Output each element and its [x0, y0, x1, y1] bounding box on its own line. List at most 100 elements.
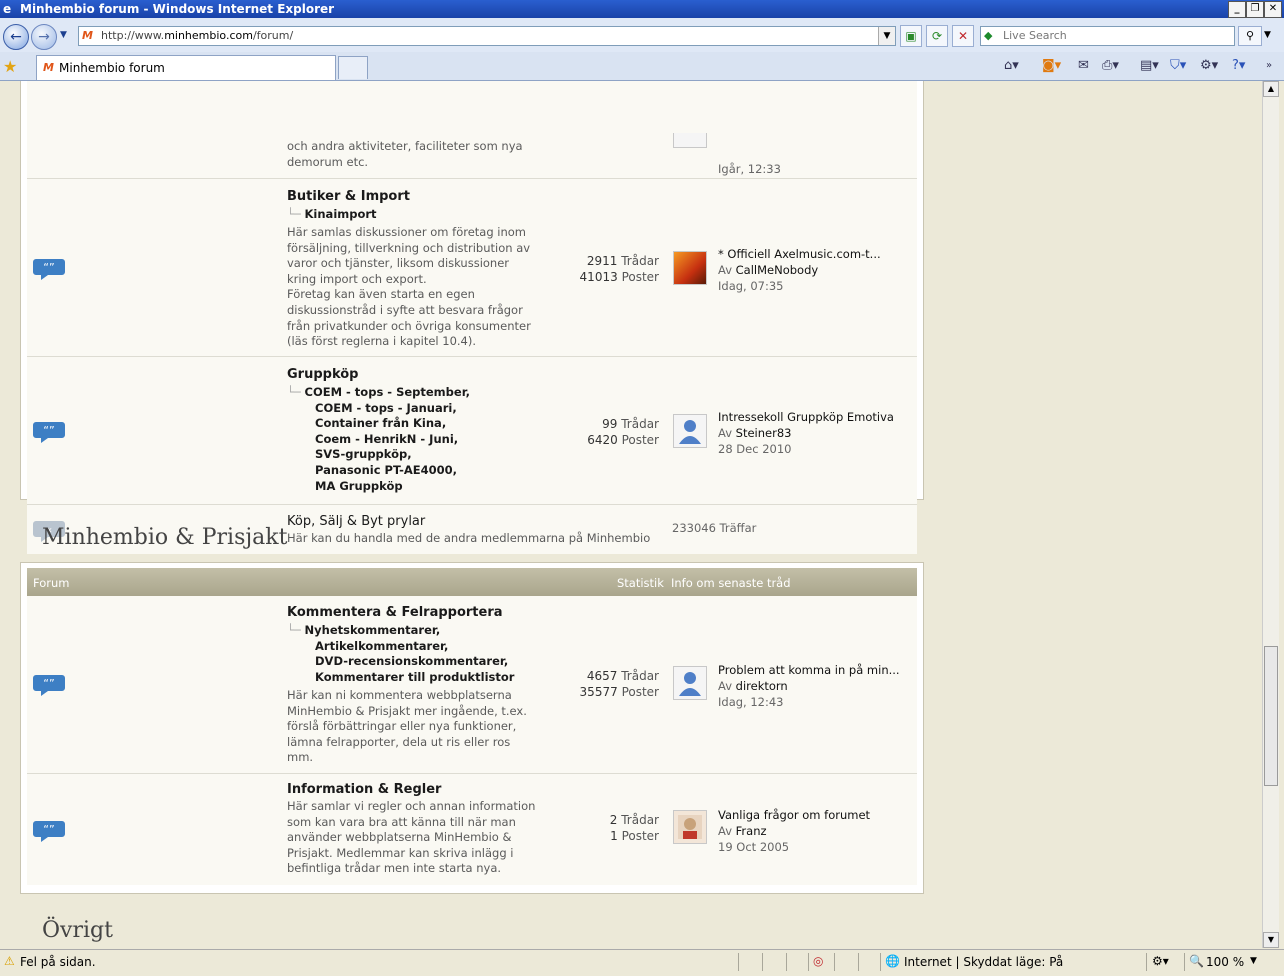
live-search-logo-icon: ◆ [984, 29, 993, 42]
print-icon[interactable]: ⎙▾ [1102, 56, 1119, 76]
avatar[interactable] [673, 251, 707, 285]
search-input[interactable]: ◆ Live Search [980, 26, 1235, 46]
section-title: Övrigt [42, 918, 113, 943]
page-menu-icon[interactable]: ▤▾ [1140, 56, 1159, 76]
protected-mode-icon[interactable]: ⚙▾ [1152, 954, 1169, 968]
forum-description: Här samlas diskussioner om företag inom … [287, 225, 531, 349]
last-post-title-link[interactable]: * Officiell Axelmusic.com-t... [718, 246, 881, 262]
zoom-icon[interactable]: 🔍 [1189, 954, 1204, 968]
last-post-author-link[interactable]: Steiner83 [736, 426, 792, 440]
url-path: /forum/ [252, 29, 294, 42]
forum-title-link[interactable]: Gruppköp [287, 367, 358, 382]
home-icon[interactable]: ⌂▾ [1004, 56, 1019, 76]
new-tab-button[interactable] [338, 56, 368, 79]
more-commands-icon[interactable]: » [1266, 56, 1272, 76]
last-post-author-link[interactable]: Franz [736, 824, 767, 838]
maximize-button[interactable]: ❐ [1246, 1, 1264, 18]
title-bar: e Minhembio forum - Windows Internet Exp… [0, 0, 1284, 18]
address-field[interactable]: M http://www.minhembio.com/forum/ ▼ [78, 26, 896, 46]
subforum-link[interactable]: Kommentarer till produktlistor [287, 670, 514, 686]
subforum-list: └─ Nyhetskommentarer, Artikelkommentarer… [287, 623, 515, 686]
subforum-list: └─ Kinaimport [287, 207, 377, 221]
forum-table-header: Forum Statistik Info om senaste tråd [27, 568, 917, 596]
subforum-link[interactable]: COEM - tops - September, [305, 385, 471, 399]
status-message[interactable]: Fel på sidan. [20, 955, 96, 969]
tools-gear-icon[interactable]: ⚙▾ [1200, 56, 1218, 76]
col-header-stats: Statistik [617, 576, 664, 590]
subforum-link[interactable]: Nyhetskommentarer, [305, 623, 441, 637]
forum-bubble-icon: “” [33, 675, 65, 696]
forum-title-link[interactable]: Kommentera & Felrapportera [287, 605, 503, 620]
scroll-down-arrow-icon[interactable]: ▼ [1263, 932, 1279, 948]
subforum-link[interactable]: Artikelkommentarer, [287, 639, 514, 655]
section-title: Minhembio & Prisjakt [42, 525, 288, 550]
close-window-button[interactable]: ✕ [1264, 1, 1282, 18]
stop-icon[interactable]: ✕ [952, 25, 974, 47]
vertical-scrollbar[interactable]: ▲ ▼ [1262, 81, 1279, 948]
forum-bubble-icon: “” [33, 259, 65, 280]
zoom-level[interactable]: 100 % [1206, 955, 1244, 969]
url-prefix: http://www. [101, 29, 165, 42]
security-zone[interactable]: Internet | Skyddat läge: På [904, 955, 1063, 969]
privacy-icon[interactable]: ◎ [813, 954, 823, 968]
compatibility-view-icon[interactable]: ▣ [900, 25, 922, 47]
window-title: Minhembio forum - Windows Internet Explo… [20, 2, 335, 16]
search-button[interactable]: ⚲ [1238, 26, 1262, 46]
last-post-author-link[interactable]: CallMeNobody [736, 263, 819, 277]
forum-stats: 2 Trådar 1 Poster [609, 813, 659, 843]
last-post-author-link[interactable]: direktorn [736, 679, 788, 693]
safety-icon[interactable]: ⛉▾ [1170, 56, 1186, 76]
forward-button[interactable]: → [31, 24, 57, 50]
last-post-info: * Officiell Axelmusic.com-t... Av CallMe… [718, 246, 881, 293]
user-avatar-image-icon [678, 815, 702, 839]
status-bar: ⚠ Fel på sidan. ◎ 🌐 Internet | Skyddat l… [0, 949, 1284, 976]
history-dropdown-icon[interactable]: ▼ [60, 30, 67, 40]
feeds-icon[interactable]: ◙▾ [1042, 56, 1061, 76]
back-button[interactable]: ← [3, 24, 29, 50]
subforum-link[interactable]: Container från Kina, [287, 416, 470, 432]
forum-block-2: Forum Statistik Info om senaste tråd “” … [20, 562, 924, 894]
subforum-link[interactable]: Coem - HenrikN - Juni, [287, 432, 470, 448]
subforum-link[interactable]: Panasonic PT-AE4000, [287, 463, 470, 479]
subforum-link[interactable]: DVD-recensionskommentarer, [287, 654, 514, 670]
avatar[interactable] [673, 133, 707, 148]
minimize-button[interactable]: _ [1228, 1, 1246, 18]
address-dropdown-icon[interactable]: ▼ [878, 27, 895, 45]
favorites-star-icon[interactable]: ★ [3, 57, 17, 76]
page-content: och andra aktiviteter, faciliteter som n… [0, 81, 1262, 948]
zoom-dropdown-icon[interactable]: ▼ [1250, 956, 1257, 966]
site-favicon-icon: M [82, 29, 93, 42]
mail-icon[interactable]: ✉ [1078, 56, 1089, 76]
forum-title-link[interactable]: Butiker & Import [287, 189, 410, 204]
hits-count: 233046 Träffar [672, 521, 757, 535]
last-post-title-link[interactable]: Problem att komma in på min... [718, 662, 900, 678]
search-options-icon[interactable]: ▼ [1264, 30, 1271, 40]
forum-description: Här kan ni kommentera webbplatserna MinH… [287, 688, 527, 765]
forum-stats: 4657 Trådar 35577 Poster [579, 669, 659, 699]
subforum-link[interactable]: COEM - tops - Januari, [287, 401, 470, 417]
last-post-title-link[interactable]: Intressekoll Gruppköp Emotiva [718, 409, 894, 425]
forum-description: och andra aktiviteter, faciliteter som n… [287, 139, 523, 169]
subforum-link[interactable]: SVS-gruppköp, [287, 447, 470, 463]
navigation-bar: ← → ▼ M http://www.minhembio.com/forum/ … [0, 18, 1284, 53]
warning-icon[interactable]: ⚠ [4, 954, 15, 968]
forum-row-partial: och andra aktiviteter, faciliteter som n… [27, 81, 917, 179]
tab-minhembio-forum[interactable]: M Minhembio forum [36, 55, 336, 80]
forum-title-link[interactable]: Köp, Sälj & Byt prylar [287, 514, 425, 529]
col-header-last: Info om senaste tråd [671, 576, 791, 590]
last-post-title-link[interactable]: Vanliga frågor om forumet [718, 807, 870, 823]
subforum-link[interactable]: Kinaimport [305, 207, 377, 221]
scrollbar-thumb[interactable] [1264, 646, 1278, 786]
refresh-icon[interactable]: ⟳ [926, 25, 948, 47]
tab-favicon-icon: M [43, 61, 54, 74]
avatar[interactable] [673, 666, 707, 700]
avatar[interactable] [673, 414, 707, 448]
default-user-icon [679, 420, 701, 444]
scroll-up-arrow-icon[interactable]: ▲ [1263, 81, 1279, 97]
help-icon[interactable]: ?▾ [1232, 56, 1245, 76]
subforum-link[interactable]: MA Gruppköp [287, 479, 470, 495]
forum-title-link[interactable]: Information & Regler [287, 782, 441, 797]
forum-row-kommentera: “” Kommentera & Felrapportera └─ Nyhetsk… [27, 596, 917, 774]
avatar[interactable] [673, 810, 707, 844]
col-header-forum: Forum [33, 576, 70, 590]
